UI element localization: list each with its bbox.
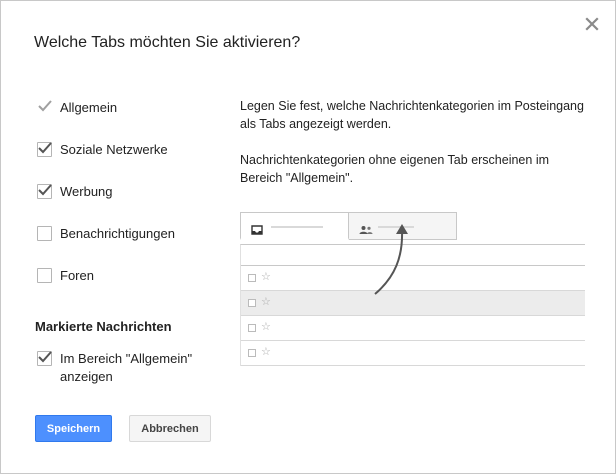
checkbox-icon	[248, 274, 256, 282]
dialog-title: Welche Tabs möchten Sie aktivieren?	[34, 34, 301, 51]
cancel-button[interactable]: Abbrechen	[129, 415, 211, 442]
mail-row: ☆	[241, 316, 585, 341]
checkbox-soziale-netzwerke[interactable]	[37, 142, 52, 157]
tab-option-allgemein: Allgemein	[37, 100, 117, 115]
star-icon: ☆	[261, 295, 271, 308]
checkbox-icon	[248, 299, 256, 307]
inbox-icon	[251, 222, 263, 240]
tab-option-benachrichtigungen[interactable]: Benachrichtigungen	[37, 226, 175, 241]
tab-option-label: Foren	[60, 268, 94, 283]
close-icon[interactable]	[583, 15, 601, 33]
tab-option-label: Werbung	[60, 184, 113, 199]
checkbox-allgemein	[37, 100, 52, 115]
checkbox-icon	[248, 349, 256, 357]
checkbox-werbung[interactable]	[37, 184, 52, 199]
tab-option-label: Allgemein	[60, 100, 118, 115]
checkbox-starred-in-primary[interactable]	[37, 351, 52, 366]
tab-option-label: Soziale Netzwerke	[60, 142, 168, 157]
checkbox-foren[interactable]	[37, 268, 52, 283]
tab-option-foren[interactable]: Foren	[37, 268, 94, 283]
tab-placeholder-line	[271, 226, 323, 228]
mail-row: ☆	[241, 341, 585, 366]
inbox-tabs-illustration: ☆ ☆ ☆ ☆	[240, 212, 585, 366]
save-button[interactable]: Speichern	[35, 415, 112, 442]
illustration-tab-primary	[240, 212, 349, 240]
star-icon: ☆	[261, 320, 271, 333]
star-icon: ☆	[261, 345, 271, 358]
checkbox-icon	[248, 324, 256, 332]
description-paragraph-2: Nachrichtenkategorien ohne eigenen Tab e…	[240, 153, 550, 185]
star-icon: ☆	[261, 270, 271, 283]
tab-option-werbung[interactable]: Werbung	[37, 184, 113, 199]
tab-option-soziale-netzwerke[interactable]: Soziale Netzwerke	[37, 142, 168, 157]
checkbox-benachrichtigungen[interactable]	[37, 226, 52, 241]
tab-option-label: Benachrichtigungen	[60, 226, 175, 241]
description-paragraph-1: Legen Sie fest, welche Nachrichtenkatego…	[240, 99, 584, 131]
starred-option-label: Im Bereich "Allgemein" anzeigen	[60, 351, 193, 384]
curved-arrow-icon	[374, 224, 408, 295]
starred-in-primary-option[interactable]: Im Bereich "Allgemein" anzeigen	[37, 350, 210, 386]
starred-section-heading: Markierte Nachrichten	[35, 319, 172, 334]
tab-settings-dialog: Welche Tabs möchten Sie aktivieren? Allg…	[0, 0, 616, 474]
